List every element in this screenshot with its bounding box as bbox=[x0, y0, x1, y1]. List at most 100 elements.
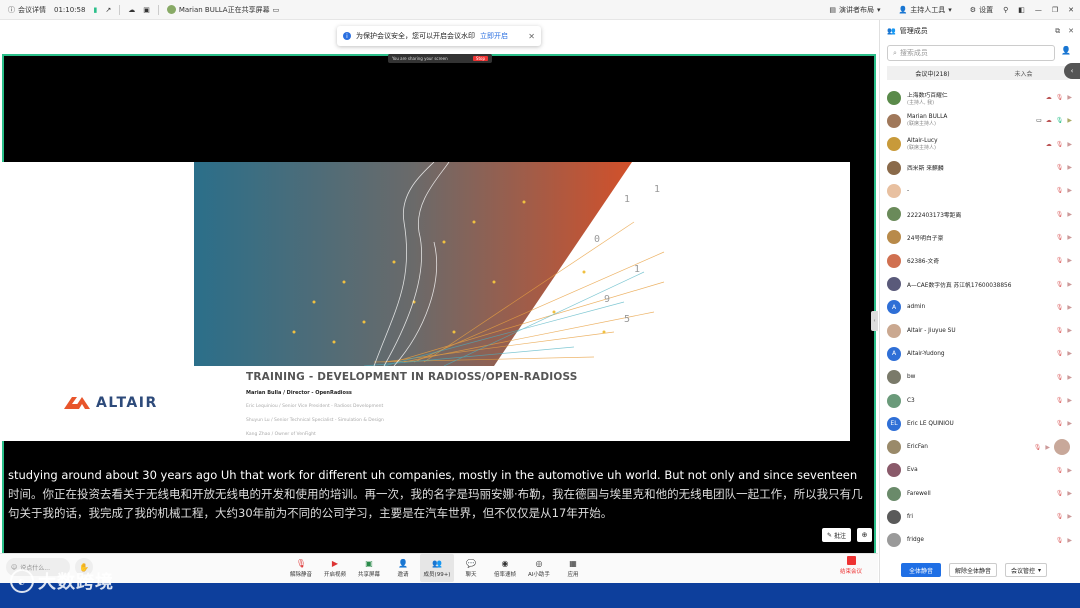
pin-icon[interactable]: ⚲ bbox=[1003, 6, 1008, 14]
annotate-button[interactable]: ✎ 批注 bbox=[822, 528, 852, 542]
layout-icon[interactable]: ▣ bbox=[143, 6, 150, 14]
mic-icon[interactable]: 🎙 bbox=[1056, 234, 1064, 241]
camera-icon[interactable]: ▶ bbox=[1067, 117, 1072, 124]
member-search-input[interactable]: ⌕ 搜索成员 bbox=[887, 45, 1055, 61]
tab-in-meeting[interactable]: 会议中(218) bbox=[887, 66, 978, 80]
close-icon[interactable]: ✕ bbox=[528, 32, 535, 41]
mic-icon[interactable]: 🎙 bbox=[1056, 304, 1064, 311]
restore-icon[interactable]: ❐ bbox=[1052, 6, 1058, 14]
mic-icon[interactable]: 🎙 bbox=[1056, 281, 1064, 288]
camera-icon[interactable]: ▶ bbox=[1067, 304, 1072, 311]
member-row[interactable]: EricFan 🎙 ▶ bbox=[880, 435, 1080, 458]
camera-icon[interactable]: ▶ bbox=[1067, 490, 1072, 497]
settings-button[interactable]: ⚙ 设置 bbox=[970, 5, 993, 15]
mic-icon[interactable]: 🎙 bbox=[1056, 513, 1064, 520]
meeting-details-button[interactable]: ⓘ 会议详情 bbox=[8, 5, 46, 15]
close-icon[interactable]: ✕ bbox=[1068, 27, 1074, 36]
collapse-panel-handle[interactable]: ‹ bbox=[871, 311, 878, 331]
member-row[interactable]: A—CAE数字仿真 苏江帆17600038856 🎙 ▶ bbox=[880, 272, 1080, 295]
mic-icon[interactable]: 🎙 bbox=[1056, 141, 1064, 148]
share-screen-button[interactable]: ▣ 共享屏幕 bbox=[352, 554, 386, 582]
camera-icon[interactable]: ▶ bbox=[1067, 513, 1072, 520]
camera-icon[interactable]: ▶ bbox=[1067, 141, 1072, 148]
unmute-button[interactable]: 🎙 解除静音 bbox=[284, 554, 318, 582]
camera-icon[interactable]: ▶ bbox=[1067, 537, 1072, 544]
minimize-icon[interactable]: — bbox=[1035, 6, 1042, 14]
enable-watermark-link[interactable]: 立即开启 bbox=[480, 31, 508, 41]
mic-icon[interactable]: 🎙 bbox=[1056, 211, 1064, 218]
member-row[interactable]: EL Eric LE QUINIOU 🎙 ▶ bbox=[880, 412, 1080, 435]
member-row[interactable]: fridge 🎙 ▶ bbox=[880, 529, 1080, 552]
member-row[interactable]: 62386-文奇 🎙 ▶ bbox=[880, 249, 1080, 272]
mic-icon[interactable]: 🎙 bbox=[1056, 467, 1064, 474]
mic-icon[interactable]: 🎙 bbox=[1056, 490, 1064, 497]
camera-icon[interactable]: ▶ bbox=[1067, 327, 1072, 334]
camera-icon[interactable]: ▶ bbox=[1067, 94, 1072, 101]
member-row[interactable]: A Altair-Yudong 🎙 ▶ bbox=[880, 342, 1080, 365]
mic-icon[interactable]: 🎙 bbox=[1056, 374, 1064, 381]
add-member-icon[interactable]: 👤 bbox=[1061, 46, 1071, 55]
member-row[interactable]: C3 🎙 ▶ bbox=[880, 389, 1080, 412]
mic-icon[interactable]: 🎙 bbox=[1056, 350, 1064, 357]
mic-icon[interactable]: 🎙 bbox=[1056, 397, 1064, 404]
member-row[interactable]: Farewell 🎙 ▶ bbox=[880, 482, 1080, 505]
member-row[interactable]: Altair-Lucy (联席主持人) ☁ 🎙 ▶ bbox=[880, 133, 1080, 156]
record-button[interactable]: ◉ 倍率速帧 bbox=[488, 554, 522, 582]
camera-icon[interactable]: ▶ bbox=[1067, 164, 1072, 171]
member-row[interactable]: Eva 🎙 ▶ bbox=[880, 459, 1080, 482]
chat-button[interactable]: 💬 聊天 bbox=[454, 554, 488, 582]
camera-icon[interactable]: ▶ bbox=[1067, 211, 1072, 218]
camera-icon[interactable]: ▶ bbox=[1067, 397, 1072, 404]
member-row[interactable]: 西米斯 来麒麟 🎙 ▶ bbox=[880, 156, 1080, 179]
camera-icon[interactable]: ▶ bbox=[1067, 281, 1072, 288]
mute-all-button[interactable]: 全体静音 bbox=[901, 563, 942, 577]
sharing-status[interactable]: Marian BULLA正在共享屏幕 ▭ bbox=[166, 5, 279, 15]
unmute-all-button[interactable]: 解除全体静音 bbox=[949, 563, 998, 577]
tab-not-joined[interactable]: 未入会 bbox=[978, 66, 1069, 80]
mic-icon[interactable]: 🎙 bbox=[1056, 94, 1064, 101]
apps-button[interactable]: ▦ 应用 bbox=[556, 554, 590, 582]
member-row[interactable]: Altair - Jiuyue SU 🎙 ▶ bbox=[880, 319, 1080, 342]
pop-out-icon[interactable]: ↗ bbox=[105, 6, 111, 14]
members-button[interactable]: 👥 成员(99+) bbox=[420, 554, 454, 582]
invite-button[interactable]: 👤 邀请 bbox=[386, 554, 420, 582]
member-row[interactable]: bw 🎙 ▶ bbox=[880, 366, 1080, 389]
pop-out-icon[interactable]: ⧉ bbox=[1055, 27, 1060, 36]
member-row[interactable]: 上海数巧百耀仁 (主持人, 我) ☁ 🎙 ▶ bbox=[880, 86, 1080, 109]
mic-icon[interactable]: 🎙 bbox=[1056, 257, 1064, 264]
member-row[interactable]: 2222403173零距离 🎙 ▶ bbox=[880, 202, 1080, 225]
expand-handle[interactable]: ‹ bbox=[1064, 63, 1080, 79]
cloud-icon[interactable]: ☁ bbox=[128, 6, 135, 14]
mic-icon[interactable]: 🎙 bbox=[1056, 327, 1064, 334]
ai-assistant-button[interactable]: ◎ AI小助手 bbox=[522, 554, 556, 582]
host-tools-button[interactable]: 👤 主持人工具 ▾ bbox=[899, 5, 952, 15]
camera-icon[interactable]: ▶ bbox=[1067, 257, 1072, 264]
sidebar-toggle-icon[interactable]: ◧ bbox=[1018, 6, 1025, 14]
zoom-button[interactable]: ⊕ bbox=[857, 528, 872, 542]
start-video-button[interactable]: ▶ 开启视频 bbox=[318, 554, 352, 582]
camera-icon[interactable]: ▶ bbox=[1067, 187, 1072, 194]
camera-icon[interactable]: ▶ bbox=[1067, 234, 1072, 241]
mic-icon[interactable]: 🎙 bbox=[1056, 420, 1064, 427]
end-meeting-button[interactable]: 结束会议 bbox=[840, 556, 862, 575]
camera-icon[interactable]: ▶ bbox=[1067, 420, 1072, 427]
camera-icon[interactable]: ▶ bbox=[1045, 444, 1050, 451]
caption-english: studying around about 30 years ago Uh th… bbox=[8, 468, 858, 482]
mic-icon[interactable]: 🎙 bbox=[1056, 537, 1064, 544]
member-row[interactable]: Aadmin 🎙 ▶ bbox=[880, 296, 1080, 319]
meeting-control-button[interactable]: 会议管控 ▾ bbox=[1005, 563, 1048, 577]
camera-icon[interactable]: ▶ bbox=[1067, 350, 1072, 357]
mic-icon[interactable]: 🎙 bbox=[1034, 444, 1042, 451]
member-row[interactable]: fri 🎙 ▶ bbox=[880, 505, 1080, 528]
mic-icon[interactable]: 🎙 bbox=[1056, 117, 1064, 124]
speaker-layout-button[interactable]: ▤ 演讲者布局 ▾ bbox=[829, 5, 880, 15]
close-icon[interactable]: ✕ bbox=[1068, 6, 1074, 14]
member-row[interactable]: - 🎙 ▶ bbox=[880, 179, 1080, 202]
member-row[interactable]: Marian BULLA (联席主持人) ▭ ☁ 🎙 ▶ bbox=[880, 109, 1080, 132]
camera-icon[interactable]: ▶ bbox=[1067, 374, 1072, 381]
camera-icon[interactable]: ▶ bbox=[1067, 467, 1072, 474]
member-row[interactable]: 24号明白子豪 🎙 ▶ bbox=[880, 226, 1080, 249]
mic-icon[interactable]: 🎙 bbox=[1056, 164, 1064, 171]
stop-sharing-button[interactable]: Stop bbox=[472, 56, 488, 61]
mic-icon[interactable]: 🎙 bbox=[1056, 187, 1064, 194]
